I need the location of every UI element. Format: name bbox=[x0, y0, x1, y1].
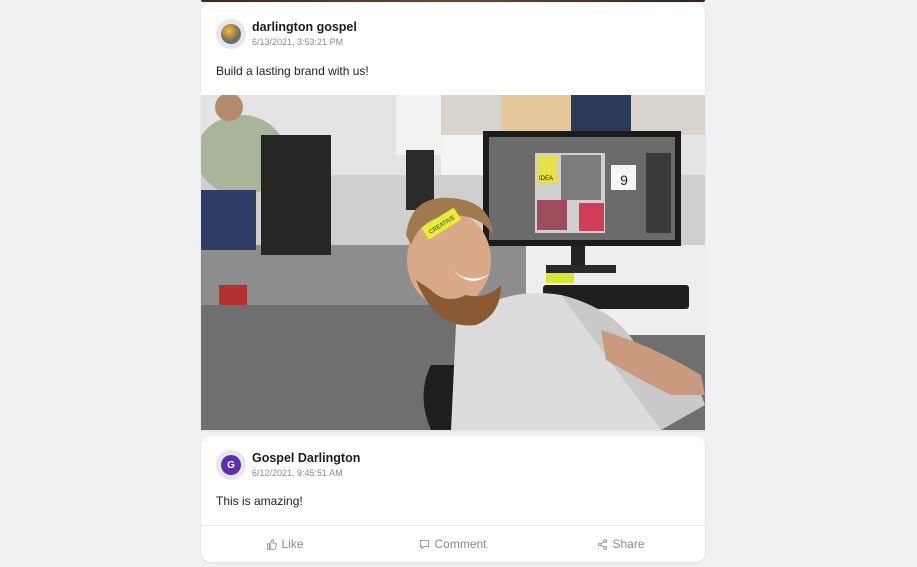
comment-button[interactable]: Comment bbox=[369, 526, 537, 562]
comment-text: This is amazing! bbox=[216, 494, 303, 508]
like-button[interactable]: Like bbox=[201, 526, 369, 562]
avatar[interactable] bbox=[216, 19, 246, 49]
like-label: Like bbox=[281, 537, 304, 551]
comment-card: G Gospel Darlington 6/12/2021, 9:45:51 A… bbox=[201, 436, 705, 562]
share-button[interactable]: Share bbox=[537, 526, 705, 562]
post-actions: Like Comment Share bbox=[201, 526, 705, 562]
previous-post-edge bbox=[201, 0, 705, 2]
post-timestamp: 6/13/2021, 3:53:21 PM bbox=[252, 37, 344, 47]
share-label: Share bbox=[612, 537, 645, 551]
photo-screen-number: 9 bbox=[620, 172, 628, 188]
comment-meta: Gospel Darlington 6/12/2021, 9:45:51 AM bbox=[252, 451, 360, 479]
comment-avatar[interactable]: G bbox=[216, 450, 246, 480]
post-header: darlington gospel 6/13/2021, 3:53:21 PM bbox=[216, 19, 357, 49]
comment-header: G Gospel Darlington 6/12/2021, 9:45:51 A… bbox=[216, 450, 360, 480]
photo-screen-text: IDEA bbox=[539, 176, 553, 182]
comment-label: Comment bbox=[434, 537, 487, 551]
post-photo[interactable]: 9 IDEA CREATIVE bbox=[201, 95, 705, 430]
post-text: Build a lasting brand with us! bbox=[216, 64, 369, 78]
avatar-image bbox=[221, 24, 241, 44]
post-card: darlington gospel 6/13/2021, 3:53:21 PM … bbox=[201, 3, 705, 430]
comment-avatar-letter: G bbox=[221, 455, 241, 475]
share-icon bbox=[598, 538, 608, 550]
thumbs-up-icon bbox=[267, 538, 278, 550]
post-author[interactable]: darlington gospel bbox=[252, 20, 357, 35]
comment-author[interactable]: Gospel Darlington bbox=[252, 451, 360, 466]
comment-timestamp: 6/12/2021, 9:45:51 AM bbox=[252, 468, 343, 478]
comment-icon bbox=[420, 539, 430, 550]
post-meta: darlington gospel 6/13/2021, 3:53:21 PM bbox=[252, 20, 357, 48]
